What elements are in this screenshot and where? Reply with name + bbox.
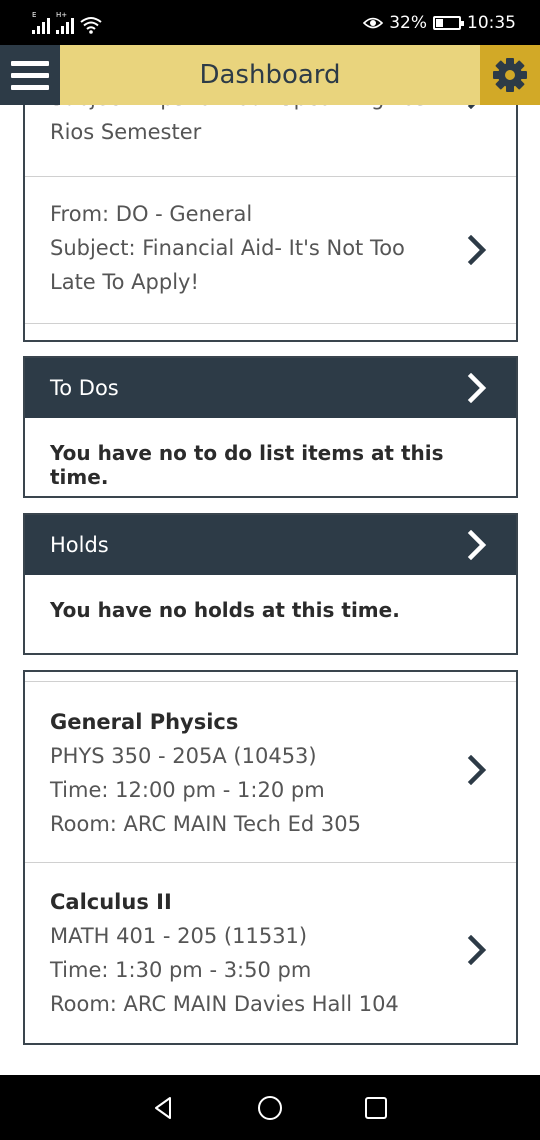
- app-header: Dashboard: [0, 45, 540, 105]
- eye-comfort-icon: [363, 17, 384, 28]
- home-icon[interactable]: [257, 1095, 283, 1121]
- screen: E H+ 32% 10:35 Dashboard Rios Semester F…: [0, 0, 540, 1140]
- battery-icon: [433, 15, 464, 30]
- divider: [25, 323, 516, 324]
- holds-empty-message: You have no holds at this time.: [50, 598, 400, 622]
- message-subject: Subject: Financial Aid- It's Not Too: [50, 236, 405, 260]
- chevron-right-icon: [467, 935, 487, 965]
- message-subject-continued: Late To Apply!: [50, 270, 199, 294]
- todos-empty-message: You have no to do list items at this tim…: [50, 441, 444, 489]
- class-item[interactable]: General Physics PHYS 350 - 205A (10453) …: [25, 682, 516, 862]
- message-item[interactable]: Subject: Tips for Your Upcoming Los Rios…: [25, 105, 516, 177]
- message-subject-continued: Rios Semester: [50, 120, 202, 144]
- class-time: Time: 1:30 pm - 3:50 pm: [50, 958, 312, 982]
- class-room: Room: ARC MAIN Davies Hall 104: [50, 992, 399, 1016]
- class-code: PHYS 350 - 205A (10453): [50, 744, 317, 768]
- chevron-right-icon: [467, 105, 476, 109]
- status-right: 32% 10:35: [363, 13, 516, 33]
- holds-title: Holds: [50, 533, 109, 557]
- hamburger-icon-line: [11, 60, 49, 66]
- message-subject: Subject: Tips for Your Upcoming Los: [50, 105, 441, 115]
- settings-button[interactable]: [480, 45, 540, 105]
- back-icon[interactable]: [151, 1095, 177, 1121]
- clock: 10:35: [467, 12, 516, 33]
- recents-icon[interactable]: [363, 1095, 389, 1121]
- signal-icon: H+: [56, 11, 74, 34]
- message-from: From: DO - General: [50, 202, 253, 226]
- holds-card: Holds You have no holds at this time.: [23, 513, 518, 655]
- todos-header[interactable]: To Dos: [25, 358, 516, 418]
- classes-card: General Physics PHYS 350 - 205A (10453) …: [23, 670, 518, 1045]
- class-time: Time: 12:00 pm - 1:20 pm: [50, 778, 325, 802]
- message-item[interactable]: From: DO - General Subject: Financial Ai…: [25, 177, 516, 323]
- dashboard-content[interactable]: Subject: Tips for Your Upcoming Los Rios…: [0, 105, 540, 1075]
- class-item[interactable]: Calculus II MATH 401 - 205 (11531) Time:…: [25, 863, 516, 1043]
- page-title: Dashboard: [199, 60, 341, 90]
- messages-card: Subject: Tips for Your Upcoming Los Rios…: [23, 105, 518, 342]
- chevron-right-icon: [467, 755, 487, 785]
- battery-level: [436, 18, 443, 27]
- class-name: Calculus II: [50, 890, 172, 914]
- status-left: E H+: [32, 11, 102, 34]
- chevron-right-icon: [467, 530, 487, 560]
- class-name: General Physics: [50, 710, 239, 734]
- signal-icon: E: [32, 11, 50, 34]
- gear-icon: [493, 58, 527, 92]
- network-type-label: H+: [56, 10, 68, 19]
- class-code: MATH 401 - 205 (11531): [50, 924, 308, 948]
- network-type-label: E: [32, 10, 37, 19]
- chevron-right-icon: [467, 373, 487, 403]
- menu-button[interactable]: [0, 45, 60, 105]
- status-bar: E H+ 32% 10:35: [0, 0, 540, 45]
- system-nav-bar: [0, 1075, 540, 1140]
- holds-header[interactable]: Holds: [25, 515, 516, 575]
- battery-percent: 32%: [389, 12, 427, 33]
- hamburger-icon-line: [11, 84, 49, 90]
- hamburger-icon-line: [11, 72, 49, 78]
- wifi-icon: [80, 16, 102, 34]
- todos-card: To Dos You have no to do list items at t…: [23, 356, 518, 498]
- class-room: Room: ARC MAIN Tech Ed 305: [50, 812, 361, 836]
- todos-title: To Dos: [50, 376, 119, 400]
- chevron-right-icon: [467, 235, 487, 265]
